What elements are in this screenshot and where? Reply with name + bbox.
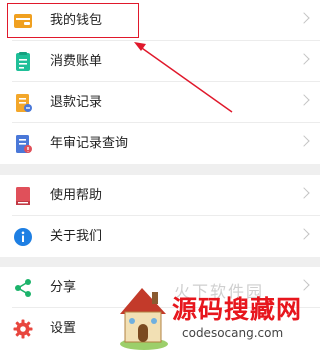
watermark-url: codesocang.com xyxy=(182,326,284,340)
house-logo xyxy=(120,288,168,350)
watermark-title: 源码搜藏网 xyxy=(172,295,303,324)
watermark: 火下软件园 源码搜藏网 codesocang.com xyxy=(112,270,320,355)
